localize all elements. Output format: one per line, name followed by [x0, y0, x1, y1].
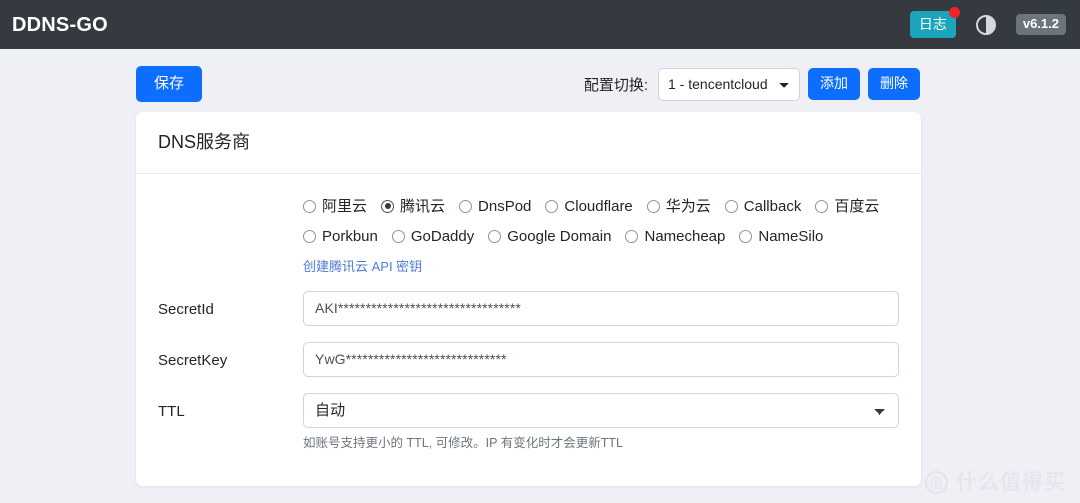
ttl-select[interactable]: 自动 — [303, 392, 899, 428]
provider-radio-baiducloud[interactable]: 百度云 — [815, 196, 879, 217]
radio-circle-icon — [459, 199, 473, 213]
card-body: 阿里云 腾讯云 DnsPod Cloudflare 华为云 Callback 百… — [136, 174, 921, 487]
radio-circle-icon — [303, 199, 316, 213]
provider-radio-dnspod[interactable]: DnsPod — [459, 196, 531, 217]
provider-label: 百度云 — [834, 197, 880, 215]
radio-circle-icon — [488, 229, 502, 243]
provider-radio-namecheap[interactable]: Namecheap — [625, 226, 725, 247]
radio-circle-icon — [739, 229, 753, 243]
save-button[interactable]: 保存 — [136, 65, 203, 103]
provider-label: GoDaddy — [410, 227, 475, 245]
card-title: DNS服务商 — [158, 132, 251, 152]
log-button[interactable]: 日志 — [909, 6, 960, 39]
secret-key-input[interactable] — [303, 341, 899, 377]
provider-label: 华为云 — [665, 197, 711, 215]
secret-id-input[interactable] — [303, 290, 899, 326]
provider-radio-callback[interactable]: Callback — [724, 196, 802, 217]
app-brand-title: DDNS-GO — [12, 13, 108, 36]
config-select[interactable]: 1 - tencentcloud — [658, 67, 800, 101]
radio-circle-icon — [625, 229, 639, 243]
radio-circle-icon — [545, 199, 559, 213]
provider-label: Namecheap — [644, 227, 726, 245]
card-header: DNS服务商 — [136, 112, 921, 174]
ttl-label: TTL — [158, 402, 185, 420]
radio-circle-icon — [815, 199, 829, 213]
delete-config-button[interactable]: 删除 — [868, 67, 920, 101]
radio-circle-icon — [724, 199, 738, 213]
radio-circle-icon — [391, 229, 405, 243]
dns-provider-card: DNS服务商 阿里云 腾讯云 DnsPod Cloudflare 华为云 Cal… — [136, 112, 921, 487]
secret-key-label: SecretKey — [158, 351, 228, 369]
provider-radio-namesilo[interactable]: NameSilo — [739, 226, 823, 247]
provider-radio-aliyun[interactable]: 阿里云 — [303, 196, 367, 217]
provider-label: Callback — [743, 197, 802, 215]
provider-radio-godaddy[interactable]: GoDaddy — [391, 226, 475, 247]
provider-label: DnsPod — [478, 197, 532, 215]
secret-id-label: SecretId — [158, 300, 214, 318]
ttl-hint-text: 如账号支持更小的 TTL, 可修改。IP 有变化时才会更新TTL — [303, 435, 623, 450]
top-navbar: DDNS-GO 日志 v6.1.2 — [0, 0, 1080, 49]
radio-circle-selected-icon — [381, 199, 395, 213]
provider-radio-row-2: Porkbun GoDaddy Google Domain Namecheap … — [158, 226, 899, 247]
watermark-logo-icon: 值 — [925, 471, 948, 494]
radio-circle-icon — [646, 199, 660, 213]
page-toolbar: 保存 配置切换: 1 - tencentcloud 添加 删除 — [0, 49, 1080, 119]
secret-key-row: SecretKey — [158, 341, 899, 377]
provider-label: NameSilo — [758, 227, 824, 245]
provider-label: Google Domain — [507, 227, 612, 245]
navbar-actions: 日志 v6.1.2 — [909, 6, 1066, 39]
secret-id-row: SecretId — [158, 290, 899, 326]
provider-radio-google-domain[interactable]: Google Domain — [488, 226, 611, 247]
provider-radio-porkbun[interactable]: Porkbun — [303, 226, 378, 247]
watermark-text: 什么值得买 — [956, 471, 1066, 494]
half-circle-contrast-icon — [975, 14, 997, 36]
config-switch-label: 配置切换: — [583, 76, 648, 94]
provider-radio-row-1: 阿里云 腾讯云 DnsPod Cloudflare 华为云 Callback 百… — [158, 196, 899, 217]
provider-label: Cloudflare — [564, 197, 633, 215]
provider-label: 腾讯云 — [400, 197, 446, 215]
provider-radio-tencentcloud[interactable]: 腾讯云 — [381, 196, 445, 217]
provider-radio-cloudflare[interactable]: Cloudflare — [545, 196, 633, 217]
add-config-button[interactable]: 添加 — [808, 67, 860, 101]
watermark: 值 什么值得买 — [925, 471, 1066, 494]
config-switch-group: 配置切换: 1 - tencentcloud 添加 删除 — [583, 67, 920, 101]
log-button-label: 日志 — [918, 15, 947, 32]
theme-toggle-button[interactable] — [975, 14, 997, 36]
version-badge: v6.1.2 — [1015, 13, 1066, 36]
provider-label: 阿里云 — [322, 197, 368, 215]
radio-circle-icon — [303, 229, 316, 243]
ttl-row: TTL 自动 如账号支持更小的 TTL, 可修改。IP 有变化时才会更新TTL — [158, 392, 899, 453]
api-key-link-row: 创建腾讯云 API 密钥 — [158, 256, 899, 276]
provider-radio-huaweicloud[interactable]: 华为云 — [646, 196, 711, 217]
notification-dot-icon — [948, 6, 960, 18]
provider-label: Porkbun — [322, 227, 378, 245]
create-api-key-link[interactable]: 创建腾讯云 API 密钥 — [303, 259, 422, 274]
